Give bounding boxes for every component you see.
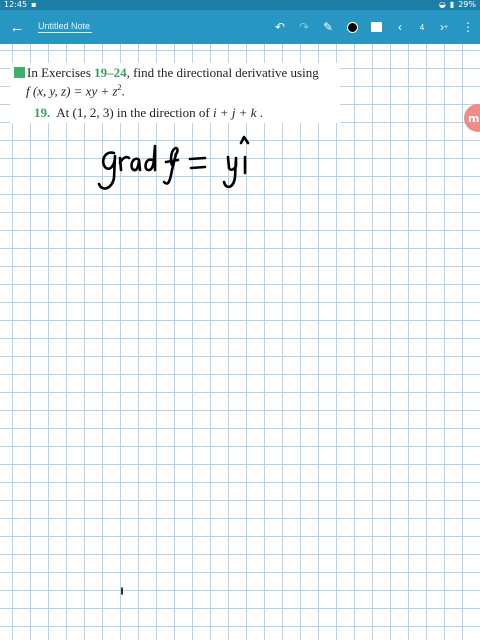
page-number: 4 bbox=[419, 22, 425, 32]
exercise-range: 19–24 bbox=[94, 65, 127, 80]
note-canvas[interactable] bbox=[0, 44, 480, 640]
battery-level: 29% bbox=[458, 0, 476, 9]
next-page-icon[interactable]: › + bbox=[432, 10, 456, 44]
wifi-icon: ◒ bbox=[438, 0, 446, 9]
color-swatch-icon bbox=[346, 21, 358, 33]
direction-vector: i + j + k bbox=[212, 105, 257, 120]
note-title-field[interactable]: Untitled Note bbox=[38, 21, 92, 33]
image-icon bbox=[370, 22, 382, 32]
status-bar: 12:45 ▪ ◒ ▮ 29% bbox=[0, 0, 480, 10]
problem-intro: In Exercises 19–24, find the directional… bbox=[10, 65, 319, 81]
more-icon[interactable]: ⋮ bbox=[456, 10, 480, 44]
pasted-problem-image: In Exercises 19–24, find the directional… bbox=[10, 63, 340, 123]
back-arrow-icon[interactable]: ← bbox=[0, 10, 34, 44]
square-bullet-icon bbox=[14, 67, 25, 78]
problem-function: f (x, y, z) = xy + z2. bbox=[26, 83, 125, 99]
battery-icon: ▮ bbox=[449, 0, 455, 9]
notification-icon: ▪ bbox=[31, 0, 37, 9]
status-time: 12:45 bbox=[4, 0, 28, 9]
exercise-number: 19. bbox=[34, 105, 51, 120]
prev-page-icon[interactable]: ‹ bbox=[388, 10, 412, 44]
color-swatch-button[interactable] bbox=[340, 10, 364, 44]
note-toolbar: ← Untitled Note ↶ ↷ ✎ ‹ 4 › + ⋮ bbox=[0, 10, 480, 44]
pen-icon[interactable]: ✎ bbox=[316, 10, 340, 44]
exercise-19: 19. At (1, 2, 3) in the direction of i + … bbox=[34, 105, 263, 120]
undo-icon[interactable]: ↶ bbox=[268, 10, 292, 44]
redo-icon[interactable]: ↷ bbox=[292, 10, 316, 44]
note-title: Untitled Note bbox=[38, 21, 91, 31]
insert-image-button[interactable] bbox=[364, 10, 388, 44]
